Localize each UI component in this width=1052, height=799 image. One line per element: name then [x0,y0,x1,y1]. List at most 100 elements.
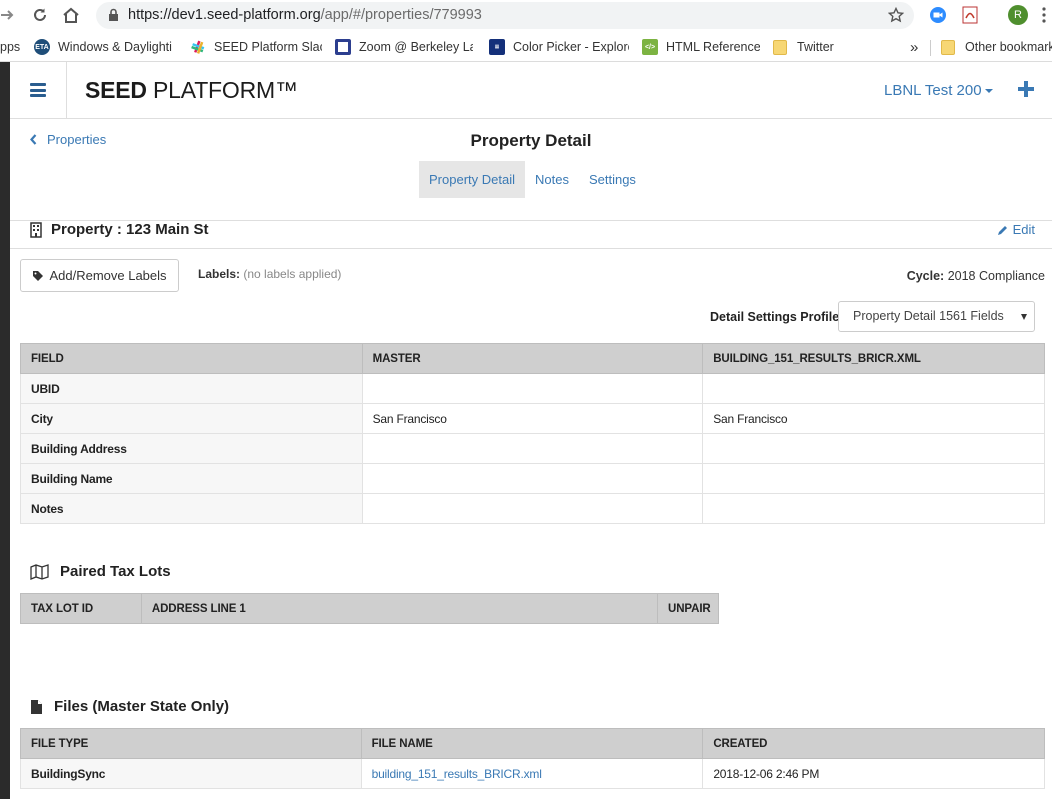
labels-status: Labels: (no labels applied) [198,267,342,281]
edit-property-link[interactable]: Edit [997,222,1035,237]
table-header-row: FILE TYPE FILE NAME CREATED [20,728,1045,759]
url-text: https://dev1.seed-platform.org/app/#/pro… [128,7,482,23]
detail-settings-profile-select[interactable]: Property Detail 1561 Fields [838,301,1035,332]
master-value-cell: San Francisco [361,403,704,434]
page-header: Properties Property Detail Property Deta… [10,119,1052,221]
map-icon [30,563,49,580]
tab-settings[interactable]: Settings [579,161,646,198]
column-header[interactable]: MASTER [361,343,704,374]
more-bookmarks-icon[interactable]: » [910,38,924,56]
property-header: Property : 123 Main St Edit [10,221,1052,249]
chrome-menu-icon[interactable] [1042,6,1046,24]
folder-icon [941,39,955,55]
field-name-cell: UBID [20,373,363,404]
property-title: Property : 123 Main St [30,221,209,238]
cycle-info: Cycle: 2018 Compliance [906,269,1045,283]
column-header[interactable]: FILE NAME [360,728,704,759]
bookmark-zoom-berkeley[interactable]: Zoom @ Berkeley Lal [335,38,473,56]
table-header-row: FIELD MASTER BUILDING_151_RESULTS_BRICR.… [20,343,1045,374]
eta-icon: ETA [34,39,50,55]
detail-settings-profile-label: Detail Settings Profile: [710,310,844,324]
page-title: Property Detail [470,131,592,150]
tab-notes[interactable]: Notes [525,161,579,198]
table-header-row: TAX LOT ID ADDRESS LINE 1 UNPAIR [20,593,719,624]
app-header: SEED PLATFORM™ LBNL Test 200 [10,62,1052,119]
other-bookmarks-folder[interactable]: Other bookmarks [941,38,1052,56]
field-name-cell: Building Address [20,433,363,464]
bookmark-twitter[interactable]: Twitter [773,38,843,56]
bookmark-apps[interactable]: pps [0,38,24,56]
column-header[interactable]: UNPAIR [657,593,719,624]
home-icon[interactable] [60,4,82,26]
files-table: FILE TYPE FILE NAME CREATED BuildingSync… [20,728,1045,789]
brand-logo[interactable]: SEED PLATFORM™ [85,77,298,104]
field-name-cell: City [20,403,363,434]
seed-app: SEED PLATFORM™ LBNL Test 200 Properties … [10,62,1052,799]
field-name-cell: Building Name [20,463,363,494]
caret-down-icon [984,89,993,94]
add-remove-labels-button[interactable]: Add/Remove Labels [20,259,179,292]
forward-icon[interactable] [0,4,18,26]
tab-property-detail[interactable]: Property Detail [419,161,525,198]
column-header[interactable]: FILE TYPE [20,728,362,759]
file-download-link[interactable]: building_151_results_BRICR.xml [372,767,542,781]
property-detail-table: FIELD MASTER BUILDING_151_RESULTS_BRICR.… [20,343,1045,524]
w3schools-icon: ▦ [489,39,505,55]
html-reference-icon: </> [642,39,658,55]
table-row: BuildingSync building_151_results_BRICR.… [20,758,1045,789]
tag-icon [33,270,44,281]
table-row: UBID [20,373,1045,404]
source-value-cell [702,373,1045,404]
files-heading: Files (Master State Only) [30,698,229,715]
bookmark-windows-daylighting[interactable]: ETA Windows & Daylighti [34,38,174,56]
created-cell: 2018-12-06 2:46 PM [702,758,1045,789]
paired-tax-lots-table: TAX LOT ID ADDRESS LINE 1 UNPAIR [20,593,719,624]
twitter-page-icon [773,39,787,55]
column-header[interactable]: TAX LOT ID [20,593,142,624]
table-row: Building Address [20,433,1045,464]
column-header[interactable]: CREATED [702,728,1045,759]
master-value-cell [361,493,704,524]
master-value-cell [361,433,704,464]
bookmarks-divider [930,40,931,56]
bookmark-star-icon[interactable] [888,7,904,23]
source-value-cell [702,463,1045,494]
source-value-cell [702,493,1045,524]
table-row: City San Francisco San Francisco [20,403,1045,434]
table-row: Notes [20,493,1045,524]
bookmarks-bar: pps ETA Windows & Daylighti SEED Platform… [0,32,1052,62]
header-divider [66,62,67,119]
zoom-extension-icon[interactable] [928,5,948,25]
source-value-cell [702,433,1045,464]
detail-tabs: Property Detail Notes Settings [419,161,646,198]
select-arrow-icon [1021,314,1027,320]
column-header[interactable]: FIELD [20,343,363,374]
file-name-cell: building_151_results_BRICR.xml [360,758,704,789]
master-value-cell [361,373,704,404]
table-row: Building Name [20,463,1045,494]
paired-tax-lots-heading: Paired Tax Lots [30,563,171,580]
bookmark-seed-slack[interactable]: SEED Platform Slack [190,38,322,56]
pencil-icon [997,225,1007,235]
plus-icon[interactable] [1018,81,1034,97]
bookmark-color-picker[interactable]: ▦ Color Picker - Explore [489,38,629,56]
zoom-calendar-icon [335,39,351,55]
reload-icon[interactable] [29,4,51,26]
column-header[interactable]: BUILDING_151_RESULTS_BRICR.XML [702,343,1045,374]
building-icon [30,221,42,238]
source-value-cell: San Francisco [702,403,1045,434]
sidebar-edge [0,62,10,799]
file-icon [31,699,42,714]
profile-avatar[interactable]: R [1008,5,1028,25]
organization-dropdown[interactable]: LBNL Test 200 [884,82,993,99]
field-name-cell: Notes [20,493,363,524]
hamburger-menu-icon[interactable] [30,83,46,97]
pdf-extension-icon[interactable] [960,5,980,25]
address-bar[interactable]: https://dev1.seed-platform.org/app/#/pro… [96,2,914,29]
column-header[interactable]: ADDRESS LINE 1 [140,593,659,624]
browser-toolbar: https://dev1.seed-platform.org/app/#/pro… [0,0,1052,32]
file-type-cell: BuildingSync [20,758,362,789]
lock-icon [109,8,118,21]
slack-icon [190,39,206,55]
bookmark-html-reference[interactable]: </> HTML Reference [642,38,760,56]
